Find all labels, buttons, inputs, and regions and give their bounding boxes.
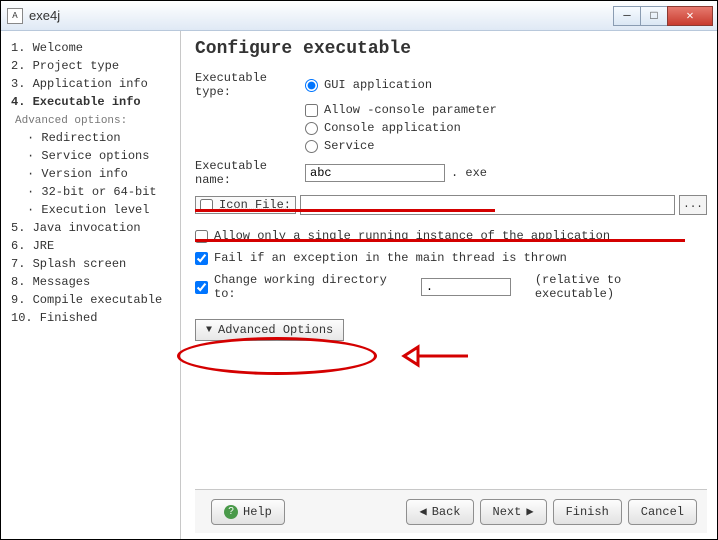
annotation-circle — [177, 337, 377, 375]
sidebar-item-finished[interactable]: 10. Finished — [5, 309, 176, 327]
working-dir-input[interactable] — [421, 278, 511, 296]
config-form: Executable type: GUI application Allow -… — [195, 71, 707, 489]
radio-gui-application[interactable] — [305, 79, 318, 92]
sidebar-sub-redirection[interactable]: Redirection — [5, 129, 176, 147]
triangle-left-icon: ◀ — [419, 504, 426, 519]
back-button[interactable]: ◀ Back — [406, 499, 473, 525]
radio-service[interactable] — [305, 140, 318, 153]
close-button[interactable]: ✕ — [667, 6, 713, 26]
app-icon: A — [7, 8, 23, 24]
sidebar-sub-32-64-bit[interactable]: 32-bit or 64-bit — [5, 183, 176, 201]
sidebar-item-jre[interactable]: 6. JRE — [5, 237, 176, 255]
sidebar-item-splash-screen[interactable]: 7. Splash screen — [5, 255, 176, 273]
wizard-sidebar: 1. Welcome 2. Project type 3. Applicatio… — [1, 31, 181, 539]
radio-service-label: Service — [324, 139, 374, 153]
app-window: A exe4j ─ □ ✕ 1. Welcome 2. Project type… — [0, 0, 718, 540]
radio-gui-label: GUI application — [324, 78, 432, 92]
relative-note: (relative to executable) — [535, 273, 707, 301]
maximize-button[interactable]: □ — [640, 6, 668, 26]
change-wd-label: Change working directory to: — [214, 273, 415, 301]
help-icon: ? — [224, 505, 238, 519]
browse-button[interactable]: ... — [679, 195, 707, 215]
minimize-button[interactable]: ─ — [613, 6, 641, 26]
radio-console-application[interactable] — [305, 122, 318, 135]
sidebar-item-application-info[interactable]: 3. Application info — [5, 75, 176, 93]
wizard-footer: ? Help ◀ Back Next ▶ Finish Cancel — [195, 489, 707, 533]
annotation-arrow-icon — [400, 343, 470, 369]
sidebar-sub-execution-level[interactable]: Execution level — [5, 201, 176, 219]
allow-console-checkbox[interactable] — [305, 104, 318, 117]
sidebar-advanced-label: Advanced options: — [5, 111, 176, 129]
titlebar: A exe4j ─ □ ✕ — [1, 1, 717, 31]
cancel-button[interactable]: Cancel — [628, 499, 697, 525]
sidebar-item-executable-info[interactable]: 4. Executable info — [5, 93, 176, 111]
advanced-options-label: Advanced Options — [218, 323, 333, 337]
page-heading: Configure executable — [195, 39, 707, 59]
exec-type-label: Executable type: — [195, 71, 305, 99]
exec-name-input[interactable] — [305, 164, 445, 182]
triangle-down-icon: ▼ — [206, 325, 212, 336]
change-wd-checkbox[interactable] — [195, 281, 208, 294]
exec-name-label: Executable name: — [195, 159, 305, 187]
radio-console-label: Console application — [324, 121, 461, 135]
sidebar-item-java-invocation[interactable]: 5. Java invocation — [5, 219, 176, 237]
icon-file-input[interactable] — [300, 195, 675, 215]
allow-console-label: Allow -console parameter — [324, 103, 497, 117]
annotation-underline-1 — [195, 209, 495, 212]
content-area: Configure executable Executable type: GU… — [181, 31, 717, 539]
fail-exception-label: Fail if an exception in the main thread … — [214, 251, 567, 265]
help-button[interactable]: ? Help — [211, 499, 285, 525]
next-button[interactable]: Next ▶ — [480, 499, 547, 525]
sidebar-item-compile-executable[interactable]: 9. Compile executable — [5, 291, 176, 309]
sidebar-sub-service-options[interactable]: Service options — [5, 147, 176, 165]
fail-exception-checkbox[interactable] — [195, 252, 208, 265]
sidebar-sub-version-info[interactable]: Version info — [5, 165, 176, 183]
window-title: exe4j — [29, 8, 614, 23]
sidebar-item-project-type[interactable]: 2. Project type — [5, 57, 176, 75]
sidebar-item-welcome[interactable]: 1. Welcome — [5, 39, 176, 57]
sidebar-item-messages[interactable]: 8. Messages — [5, 273, 176, 291]
annotation-underline-2 — [195, 239, 685, 242]
triangle-right-icon: ▶ — [526, 504, 533, 519]
finish-button[interactable]: Finish — [553, 499, 622, 525]
exec-ext-label: . exe — [451, 166, 487, 180]
